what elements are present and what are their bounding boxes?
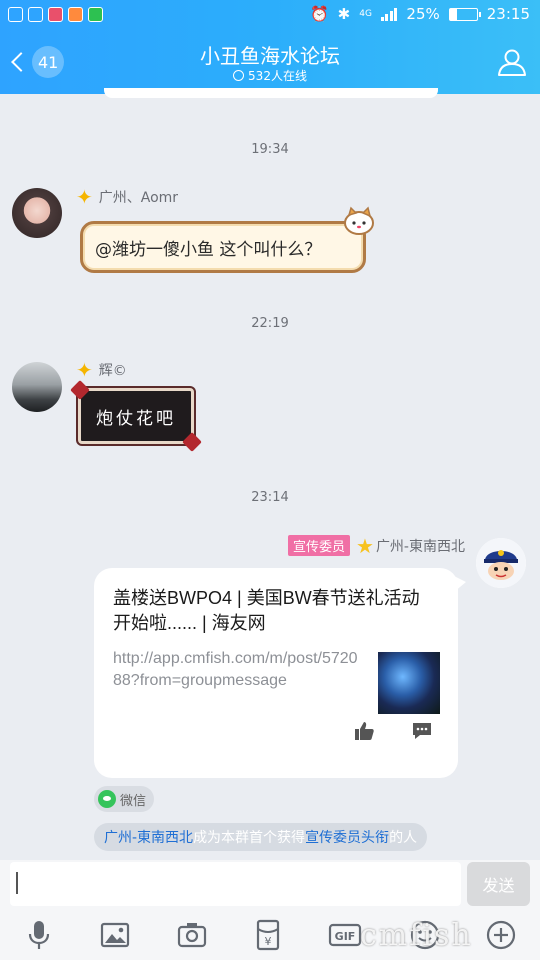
plus-icon — [486, 920, 516, 950]
previous-message-bubble — [104, 88, 438, 98]
voice-button[interactable] — [22, 918, 56, 952]
gif-icon: GIF — [328, 923, 362, 947]
photo-button[interactable] — [98, 918, 132, 952]
shared-link-card[interactable]: 盖楼送BWPO4 | 美国BW春节送礼活动开始啦...... | 海友网 htt… — [94, 568, 466, 778]
text-caret — [16, 872, 18, 894]
link-title[interactable]: 盖楼送BWPO4 | 美国BW春节送礼活动开始啦...... | 海友网 — [113, 586, 433, 636]
source-tag[interactable]: 微信 — [94, 786, 155, 812]
watermark: cmfish — [360, 918, 473, 953]
sender-row: ✦ 辉© — [76, 360, 127, 380]
comment-button[interactable] — [411, 720, 433, 742]
wechat-notification-icon — [88, 7, 103, 22]
camera-icon — [177, 923, 207, 948]
message-text: @潍坊一傻小鱼 这个叫什么？ — [95, 239, 322, 260]
link-thumbnail[interactable] — [378, 652, 440, 714]
input-bar: 发送 ¥ GIF cmfish — [0, 860, 540, 960]
battery-percent: 25% — [406, 5, 440, 23]
notice-title-link[interactable]: 宣传委员头衔 — [305, 827, 389, 847]
cat-decoration-icon — [344, 206, 374, 235]
message-bubble[interactable]: 炮仗花吧 — [78, 388, 194, 444]
unread-count-badge: 41 — [32, 46, 65, 78]
alarm-icon: ⏰ — [309, 5, 329, 23]
sender-row: ✦ 广州、Aomr — [76, 187, 178, 207]
person-icon — [498, 49, 526, 76]
notice-text: 的人 — [389, 830, 418, 846]
qq-notification-icon — [28, 7, 43, 22]
bluetooth-icon: ✱ — [337, 5, 351, 23]
gif-button[interactable]: GIF — [328, 918, 364, 952]
clock: 23:15 — [486, 5, 530, 23]
notification-icons — [8, 7, 103, 22]
police-cartoon-icon — [476, 538, 526, 588]
role-badge: 宣传委员 — [287, 535, 350, 556]
avatar[interactable] — [476, 538, 526, 588]
online-icon — [233, 70, 245, 81]
timestamp: 19:34 — [251, 142, 289, 157]
avatar[interactable] — [12, 362, 62, 412]
back-button[interactable]: 41 — [8, 44, 65, 80]
sender-name[interactable]: 广州、Aomr — [99, 187, 178, 207]
network-type: 4G — [359, 9, 372, 19]
signal-icon — [380, 7, 398, 21]
svg-text:¥: ¥ — [265, 935, 272, 948]
level-star-icon: ✦ — [76, 358, 93, 382]
image-icon — [100, 922, 130, 948]
sender-row: 宣传委员 ★ 广州-東南西北 — [287, 533, 465, 558]
group-members-button[interactable] — [496, 46, 528, 78]
red-packet-icon: ¥ — [256, 919, 280, 951]
group-title: 小丑鱼海水论坛 — [200, 44, 340, 68]
level-star-icon: ★ — [356, 533, 374, 558]
sender-name[interactable]: 广州-東南西北 — [376, 536, 465, 556]
source-label: 微信 — [120, 793, 147, 809]
status-bar: ⏰ ✱ 4G 25% 23:15 — [0, 0, 540, 32]
system-notice: 广州-東南西北 成为本群首个获得 宣传委员头衔 的人 — [94, 823, 428, 851]
microphone-icon — [28, 921, 50, 949]
app-notification-icon — [48, 7, 63, 22]
level-star-icon: ✦ — [76, 185, 93, 209]
more-button[interactable] — [484, 918, 518, 952]
message-list[interactable]: 19:34 ✦ 广州、Aomr @潍坊一傻小鱼 这个叫什么？ 22:19 ✦ 辉… — [0, 88, 540, 860]
comment-icon — [413, 723, 431, 739]
timestamp: 22:19 — [251, 316, 289, 331]
message-bubble[interactable]: @潍坊一傻小鱼 这个叫什么？ — [80, 206, 374, 273]
wechat-icon — [98, 790, 116, 808]
red-packet-button[interactable]: ¥ — [251, 918, 285, 952]
chevron-left-icon — [11, 52, 31, 72]
link-url[interactable]: http://app.cmfish.com/m/post/572088?from… — [113, 648, 361, 692]
like-button[interactable] — [353, 720, 375, 742]
sender-name[interactable]: 辉© — [99, 360, 127, 380]
notice-user-link[interactable]: 广州-東南西北 — [104, 827, 193, 847]
online-count: 532人在线 — [120, 67, 420, 84]
battery-icon — [448, 7, 481, 21]
message-input[interactable] — [10, 862, 461, 906]
avatar[interactable] — [12, 188, 62, 238]
message-text: 炮仗花吧 — [96, 408, 176, 429]
send-button[interactable]: 发送 — [467, 862, 530, 906]
thumbs-up-icon — [355, 722, 374, 740]
timestamp: 23:14 — [251, 490, 289, 505]
svg-text:GIF: GIF — [335, 930, 356, 943]
notice-text: 成为本群首个获得 — [193, 830, 306, 846]
screenshot-notification-icon — [8, 7, 23, 22]
camera-button[interactable] — [175, 918, 209, 952]
title-bar: ⏰ ✱ 4G 25% 23:15 41 小丑鱼海水论坛 532人在线 — [0, 0, 540, 94]
app-notification-icon — [68, 7, 83, 22]
online-count-text: 532人在线 — [248, 69, 307, 83]
